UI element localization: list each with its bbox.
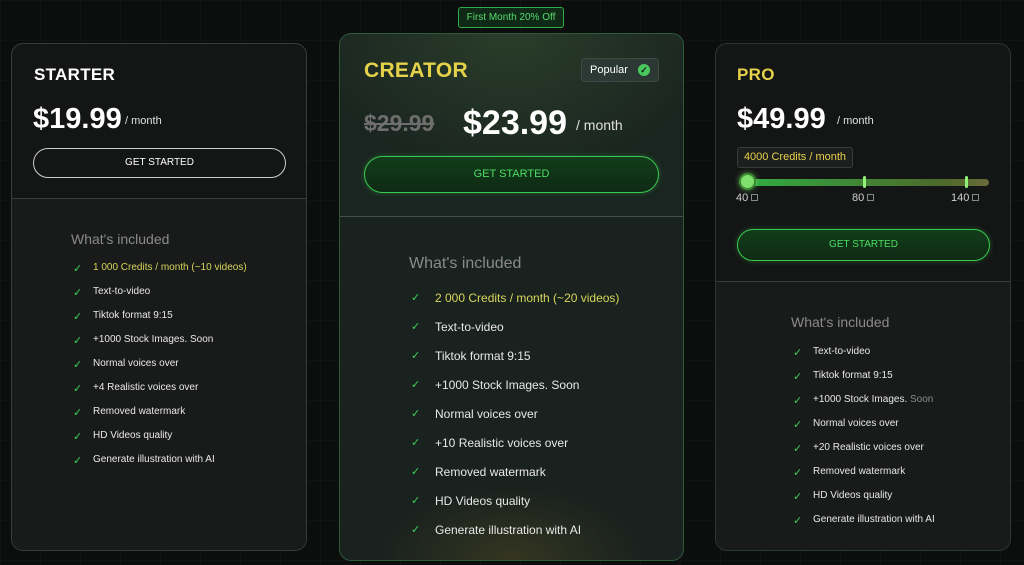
slider-tick-label[interactable]: 140: [951, 192, 980, 204]
check-icon: ✓: [73, 455, 83, 467]
plan-price: $19.99: [33, 103, 122, 135]
feature-item: ✓ 2 000 Credits / month (~20 videos): [411, 291, 620, 305]
check-icon: ✓: [411, 350, 421, 362]
feature-item: ✓ Text-to-video: [411, 320, 504, 334]
check-icon: ✓: [793, 419, 803, 431]
feature-item: ✓ Generate illustration with AI: [411, 523, 582, 537]
check-icon: ✓: [73, 335, 83, 347]
features-section: What's included ✓ 1 000 Credits / month (…: [12, 199, 306, 550]
feature-item: ✓ +20 Realistic voices over: [793, 442, 924, 455]
badge-label: Popular: [590, 64, 628, 76]
credits-label: 4000 Credits / month: [737, 147, 853, 168]
included-title: What's included: [71, 231, 170, 247]
verified-check-icon: ✓: [638, 64, 650, 76]
feature-item: ✓ HD Videos quality: [411, 494, 531, 508]
feature-item: ✓ Tiktok format 9:15: [73, 310, 173, 323]
plan-name: STARTER: [34, 65, 116, 84]
check-icon: ✓: [793, 347, 803, 359]
feature-item: ✓ +4 Realistic voices over: [73, 382, 199, 395]
check-icon: ✓: [793, 395, 803, 407]
check-icon: ✓: [793, 371, 803, 383]
feature-item: ✓ +1000 Stock Images. Soon: [73, 334, 214, 347]
credits-slider-handle[interactable]: [739, 173, 756, 190]
check-icon: ✓: [793, 515, 803, 527]
feature-item: ✓ Text-to-video: [793, 346, 871, 359]
feature-item: ✓ Removed watermark: [411, 465, 546, 479]
slider-stop-140: [965, 176, 968, 188]
check-icon: ✓: [411, 379, 421, 391]
check-icon: ✓: [73, 311, 83, 323]
pro-plan-card: PRO $49.99 / month 4000 Credits / month …: [715, 43, 1011, 551]
included-title: What's included: [791, 314, 890, 330]
creator-plan-card: CREATOR Popular ✓ $29.99 $23.99 / month …: [339, 33, 684, 561]
feature-item: ✓ Generate illustration with AI: [73, 454, 215, 467]
plan-name: PRO: [737, 65, 775, 84]
price-period: / month: [576, 117, 623, 133]
calendar-icon: [972, 194, 980, 201]
get-started-button[interactable]: GET STARTED: [33, 148, 286, 178]
starter-plan-card: STARTER $19.99 / month GET STARTED What'…: [11, 43, 307, 551]
feature-item: ✓ Removed watermark: [73, 406, 186, 419]
feature-item: ✓ +1000 Stock Images. Soon: [793, 394, 934, 407]
included-title: What's included: [409, 255, 522, 272]
features-section: What's included ✓ Text-to-video ✓ Tiktok f…: [716, 282, 1010, 550]
feature-item: ✓ +10 Realistic voices over: [411, 436, 569, 450]
feature-item: ✓ Removed watermark: [793, 466, 906, 479]
slider-tick-label[interactable]: 40: [736, 192, 759, 204]
promo-badge: First Month 20% Off: [458, 7, 564, 28]
check-icon: ✓: [73, 359, 83, 371]
feature-item: ✓ Normal voices over: [73, 358, 179, 371]
check-icon: ✓: [411, 437, 421, 449]
check-icon: ✓: [73, 263, 83, 275]
check-icon: ✓: [411, 408, 421, 420]
get-started-button[interactable]: GET STARTED: [364, 156, 659, 193]
feature-item: ✓ +1000 Stock Images. Soon: [411, 378, 580, 392]
check-icon: ✓: [411, 466, 421, 478]
feature-list: ✓ Text-to-video ✓ Tiktok format 9:15 ✓ +100…: [793, 346, 935, 527]
check-icon: ✓: [73, 407, 83, 419]
check-icon: ✓: [73, 431, 83, 443]
check-icon: ✓: [411, 524, 421, 536]
feature-item: ✓ Normal voices over: [793, 418, 899, 431]
calendar-icon: [867, 194, 875, 201]
plan-price: $23.99: [463, 104, 567, 142]
calendar-icon: [751, 194, 759, 201]
feature-item: ✓ Normal voices over: [411, 407, 538, 421]
slider-tick-label[interactable]: 80: [852, 192, 875, 204]
check-icon: ✓: [411, 495, 421, 507]
feature-item: ✓ Tiktok format 9:15: [793, 370, 893, 383]
plan-name: CREATOR: [364, 59, 468, 82]
slider-stop-80: [863, 176, 866, 188]
price-period: / month: [125, 115, 162, 127]
old-price: $29.99: [364, 110, 435, 136]
feature-item: ✓ Generate illustration with AI: [793, 514, 935, 527]
get-started-button[interactable]: GET STARTED: [737, 229, 990, 261]
feature-item: ✓ Tiktok format 9:15: [411, 349, 531, 363]
feature-item: ✓ HD Videos quality: [73, 430, 173, 443]
check-icon: ✓: [73, 383, 83, 395]
features-section: What's included ✓ 2 000 Credits / month (…: [340, 217, 683, 560]
feature-list: ✓ 2 000 Credits / month (~20 videos) ✓ Tex…: [411, 291, 619, 537]
popular-badge: Popular ✓: [581, 58, 659, 82]
feature-list: ✓ 1 000 Credits / month (~10 videos) ✓ Tex…: [73, 262, 247, 467]
feature-item: ✓ HD Videos quality: [793, 490, 893, 503]
check-icon: ✓: [793, 491, 803, 503]
check-icon: ✓: [793, 443, 803, 455]
check-icon: ✓: [411, 292, 421, 304]
price-period: / month: [837, 115, 874, 127]
feature-item: ✓ 1 000 Credits / month (~10 videos): [73, 262, 247, 275]
check-icon: ✓: [793, 467, 803, 479]
check-icon: ✓: [73, 287, 83, 299]
plan-price: $49.99: [737, 103, 826, 135]
feature-item: ✓ Text-to-video: [73, 286, 151, 299]
check-icon: ✓: [411, 321, 421, 333]
